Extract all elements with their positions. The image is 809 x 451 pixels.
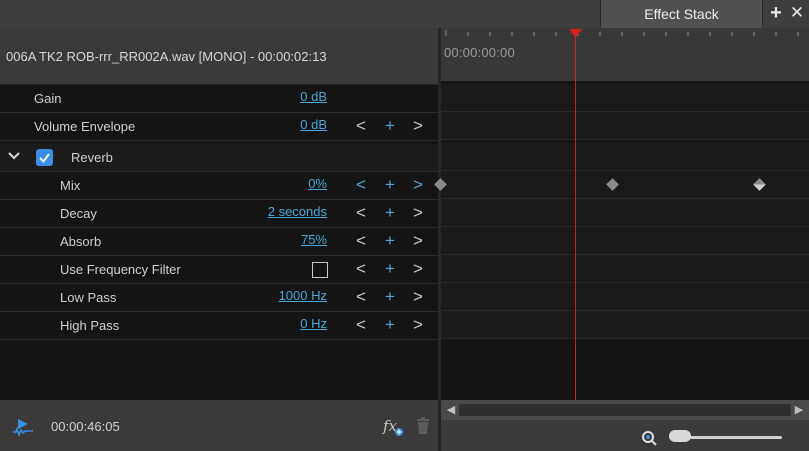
track-row [441,227,809,255]
param-label: Absorb [60,234,102,249]
trash-icon[interactable] [415,417,431,435]
add-keyframe-button[interactable]: + [383,315,397,335]
effect-name: Reverb [71,150,113,165]
tab-effect-stack[interactable]: Effect Stack [600,0,763,28]
param-row-high-pass: High Pass 0 Hz < + > [0,312,438,340]
timeline-ruler[interactable]: 00:00:00:00 [441,28,809,81]
add-keyframe-button[interactable]: + [383,116,397,136]
add-keyframe-button[interactable]: + [383,203,397,223]
add-keyframe-button[interactable]: + [383,175,397,195]
prev-keyframe-button[interactable]: < [354,175,368,195]
track-row [441,84,809,112]
prev-keyframe-button[interactable]: < [354,259,368,279]
track-row-mix [434,171,809,199]
keyframe-marker[interactable] [753,178,766,191]
add-effect-icon[interactable]: fx [383,417,403,437]
param-label: Mix [60,178,81,193]
prev-keyframe-button[interactable]: < [354,203,368,223]
keyframe-tracks[interactable] [434,81,809,400]
plus-badge-icon [395,428,403,436]
param-row-volume-envelope: Volume Envelope 0 dB < + > [0,113,438,141]
reverb-enabled-checkbox[interactable] [36,149,53,166]
param-row-decay: Decay 2 seconds < + > [0,200,438,228]
panel-tab-bar: Effect Stack + ✕ [0,0,809,28]
gain-value[interactable]: 0 dB [300,89,327,104]
ruler-ticks [445,30,799,36]
scroll-right-icon[interactable]: ▶ [792,403,806,416]
add-keyframe-button[interactable]: + [383,231,397,251]
prev-keyframe-button[interactable]: < [354,116,368,136]
effect-stack-footer: 00:00:46:05 fx [0,400,438,451]
checkmark-icon [39,153,50,164]
track-row [441,199,809,227]
next-keyframe-button[interactable]: > [411,231,425,251]
zoom-slider-thumb[interactable] [669,430,691,442]
zoom-bar [441,420,809,451]
add-keyframe-button[interactable]: + [383,287,397,307]
param-label: Decay [60,206,97,221]
scrollbar-track[interactable] [459,404,791,416]
frequency-filter-checkbox[interactable] [312,262,328,278]
ruler-start-time: 00:00:00:00 [444,45,515,60]
param-label: Volume Envelope [34,119,136,134]
absorb-value[interactable]: 75% [301,232,327,247]
prev-keyframe-button[interactable]: < [354,315,368,335]
next-keyframe-button[interactable]: > [411,259,425,279]
param-row-mix: Mix 0% < + > [0,172,438,200]
close-panel-button[interactable]: ✕ [787,3,807,23]
keyframe-marker[interactable] [606,178,619,191]
add-keyframe-button[interactable]: + [383,259,397,279]
timeline-scrollbar[interactable]: ◀ ▶ [441,400,809,420]
clip-header: 006A TK2 ROB-rrr_RR002A.wav [MONO] - 00:… [0,28,438,84]
track-row [441,143,809,171]
param-label: Low Pass [60,290,117,305]
prev-keyframe-button[interactable]: < [354,287,368,307]
next-keyframe-button[interactable]: > [411,175,425,195]
high-pass-value[interactable]: 0 Hz [300,316,327,331]
prev-keyframe-button[interactable]: < [354,231,368,251]
next-keyframe-button[interactable]: > [411,315,425,335]
mix-value[interactable]: 0% [308,176,327,191]
playhead-handle-icon[interactable] [569,29,582,39]
param-row-use-frequency-filter: Use Frequency Filter < + > [0,256,438,284]
next-keyframe-button[interactable]: > [411,116,425,136]
track-row [441,283,809,311]
param-row-gain: Gain 0 dB [0,85,438,113]
param-label: Use Frequency Filter [60,262,181,277]
next-keyframe-button[interactable]: > [411,287,425,307]
volume-envelope-value[interactable]: 0 dB [300,117,327,132]
playhead-line[interactable] [575,32,576,400]
track-row [441,255,809,283]
track-row [441,112,809,140]
chevron-down-icon[interactable] [7,149,21,163]
effect-group-reverb: Reverb [0,144,438,172]
param-row-low-pass: Low Pass 1000 Hz < + > [0,284,438,312]
decay-value[interactable]: 2 seconds [268,204,327,219]
current-timecode: 00:00:46:05 [51,419,120,434]
param-row-absorb: Absorb 75% < + > [0,228,438,256]
param-label: High Pass [60,318,120,333]
parameter-list: Gain 0 dB Volume Envelope 0 dB < + > Rev… [0,84,438,400]
scroll-left-icon[interactable]: ◀ [444,403,458,416]
clip-title: 006A TK2 ROB-rrr_RR002A.wav [MONO] - 00:… [6,49,327,64]
add-panel-button[interactable]: + [766,3,786,23]
magnifier-icon [642,431,657,446]
low-pass-value[interactable]: 1000 Hz [279,288,327,303]
param-label: Gain [34,91,62,106]
next-keyframe-button[interactable]: > [411,203,425,223]
track-row [441,311,809,339]
play-clip-icon[interactable] [12,418,34,436]
